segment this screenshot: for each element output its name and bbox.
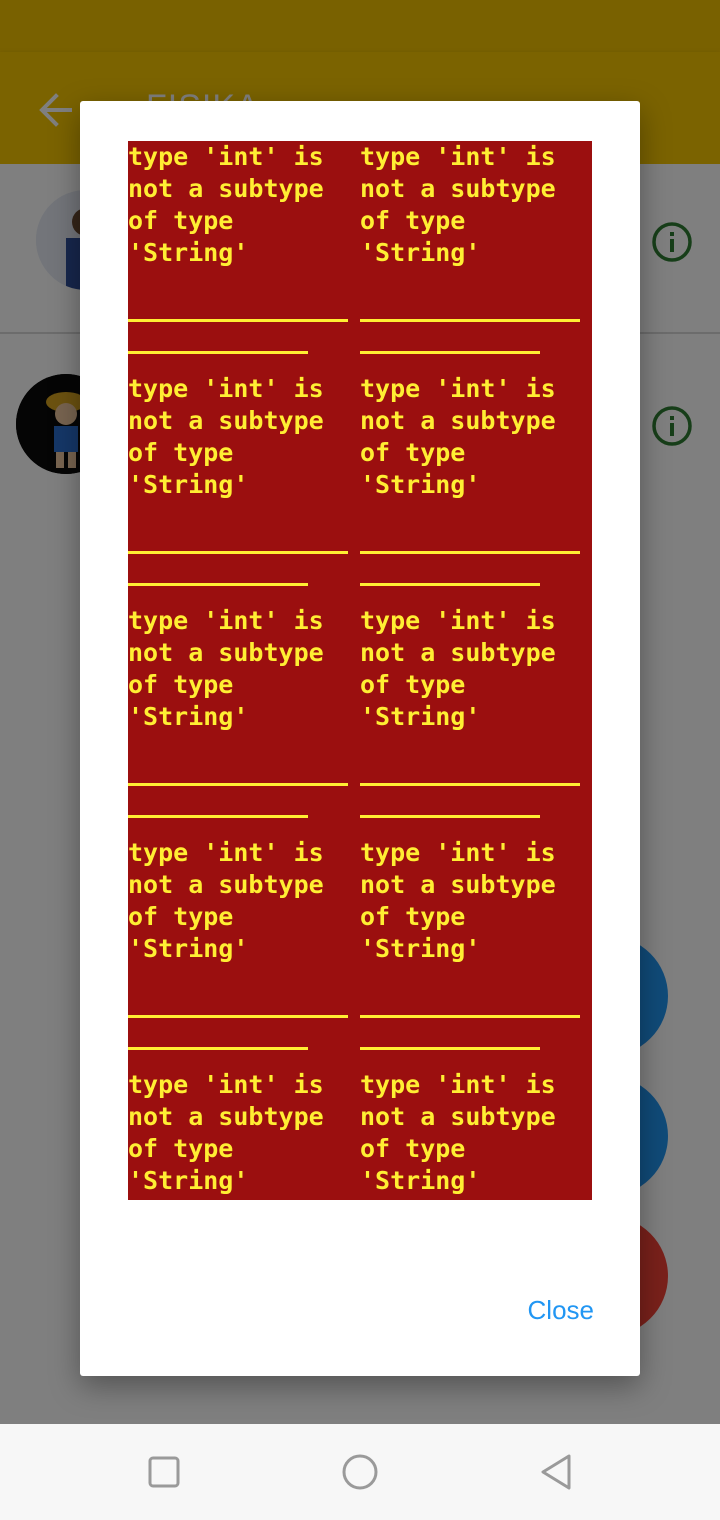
error-cell: type 'int' is not a subtype of type 'Str… bbox=[128, 141, 360, 373]
error-divider bbox=[360, 551, 580, 554]
square-icon bbox=[148, 1456, 180, 1488]
error-cell: type 'int' is not a subtype of type 'Str… bbox=[360, 373, 592, 605]
error-cell: type 'int' is not a subtype of type 'Str… bbox=[128, 373, 360, 605]
error-divider bbox=[128, 583, 308, 586]
error-divider bbox=[128, 1015, 348, 1018]
error-message: type 'int' is not a subtype of type 'Str… bbox=[360, 374, 556, 499]
error-divider bbox=[128, 551, 348, 554]
error-dialog: type 'int' is not a subtype of type 'Str… bbox=[80, 101, 640, 1376]
error-cell: type 'int' is not a subtype of type 'Str… bbox=[128, 605, 360, 837]
circle-icon bbox=[342, 1454, 378, 1490]
error-divider bbox=[360, 319, 580, 322]
error-grid: type 'int' is not a subtype of type 'Str… bbox=[128, 141, 592, 1200]
error-cell: type 'int' is not a subtype of type 'Str… bbox=[360, 1069, 592, 1200]
error-divider bbox=[128, 815, 308, 818]
error-message: type 'int' is not a subtype of type 'Str… bbox=[128, 374, 324, 499]
close-button[interactable]: Close bbox=[528, 1295, 594, 1326]
error-message: type 'int' is not a subtype of type 'Str… bbox=[128, 606, 324, 731]
error-panel: type 'int' is not a subtype of type 'Str… bbox=[128, 141, 592, 1200]
error-divider bbox=[360, 1047, 540, 1050]
error-message: type 'int' is not a subtype of type 'Str… bbox=[360, 142, 556, 267]
error-message: type 'int' is not a subtype of type 'Str… bbox=[128, 142, 324, 267]
error-divider bbox=[360, 815, 540, 818]
home-button[interactable] bbox=[340, 1452, 380, 1492]
error-cell: type 'int' is not a subtype of type 'Str… bbox=[360, 141, 592, 373]
error-divider bbox=[128, 1047, 308, 1050]
error-cell: type 'int' is not a subtype of type 'Str… bbox=[128, 837, 360, 1069]
error-divider bbox=[360, 583, 540, 586]
error-cell: type 'int' is not a subtype of type 'Str… bbox=[360, 605, 592, 837]
error-divider bbox=[360, 1015, 580, 1018]
system-nav-bar bbox=[0, 1424, 720, 1520]
error-message: type 'int' is not a subtype of type 'Str… bbox=[128, 838, 324, 963]
recent-apps-button[interactable] bbox=[144, 1452, 184, 1492]
error-message: type 'int' is not a subtype of type 'Str… bbox=[128, 1070, 324, 1195]
error-divider bbox=[360, 783, 580, 786]
error-divider bbox=[128, 319, 348, 322]
triangle-back-icon bbox=[541, 1454, 571, 1490]
error-cell: type 'int' is not a subtype of type 'Str… bbox=[360, 837, 592, 1069]
error-divider bbox=[128, 351, 308, 354]
back-nav-button[interactable] bbox=[536, 1452, 576, 1492]
error-divider bbox=[360, 351, 540, 354]
error-divider bbox=[128, 783, 348, 786]
error-message: type 'int' is not a subtype of type 'Str… bbox=[360, 606, 556, 731]
error-message: type 'int' is not a subtype of type 'Str… bbox=[360, 1070, 556, 1195]
error-cell: type 'int' is not a subtype of type 'Str… bbox=[128, 1069, 360, 1200]
error-message: type 'int' is not a subtype of type 'Str… bbox=[360, 838, 556, 963]
